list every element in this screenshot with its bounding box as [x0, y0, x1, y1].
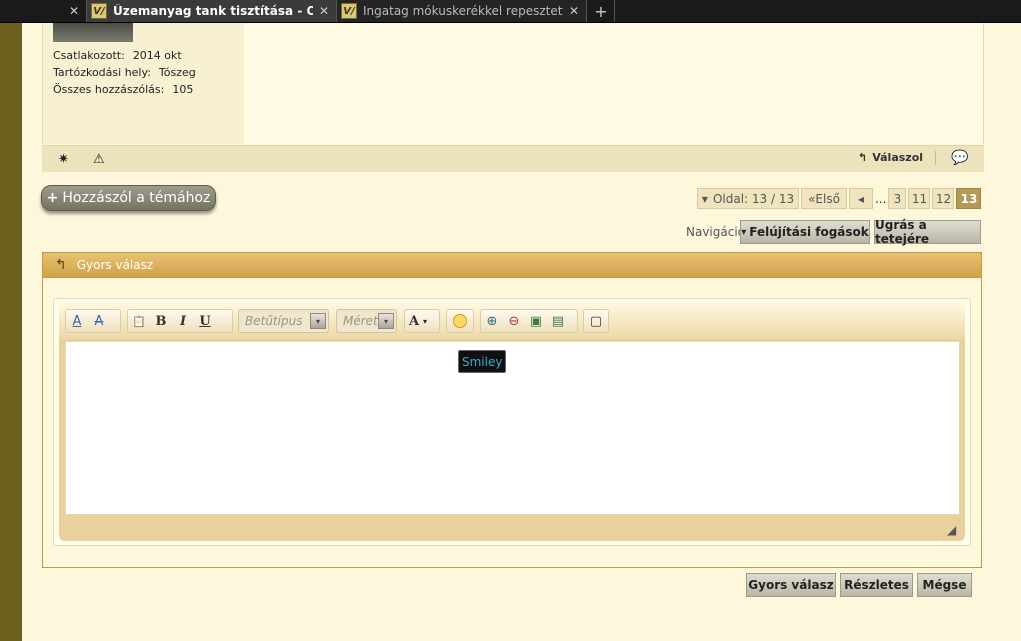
post-footer: [42, 145, 984, 172]
site-favicon-icon: V/: [91, 3, 107, 19]
user-posts: Összes hozzászólás: 105: [53, 83, 193, 96]
quick-reply-submit-button[interactable]: Gyors válasz: [746, 573, 836, 597]
text-color-icon: A: [408, 313, 420, 329]
reply-icon: ↰: [858, 151, 868, 164]
link-icon[interactable]: ⊕: [481, 311, 503, 331]
text-style-group: 📋 B I U: [127, 309, 233, 333]
tab-inactive[interactable]: V/ Ingatag mókuskerékkel repesztettek...…: [337, 0, 587, 22]
location-value: Tószeg: [158, 66, 196, 79]
posts-label: Összes hozzászólás:: [53, 83, 165, 96]
browser-tab-bar: ✕ V/ Üzemanyag tank tisztítása - Oldal .…: [0, 0, 1021, 23]
chevron-down-icon: ▾: [378, 313, 394, 329]
renovation-tricks-label: Felújítási fogások: [749, 225, 869, 239]
font-size-select[interactable]: Méret ▾: [336, 309, 397, 333]
user-joined: Csatlakozott: 2014 okt: [53, 49, 182, 62]
add-post-button[interactable]: + Hozzászól a témához: [41, 185, 216, 211]
warning-icon[interactable]: ⚠: [93, 152, 105, 167]
first-page-icon: «: [808, 191, 816, 206]
page-link-current[interactable]: 13: [956, 188, 982, 209]
pager-ellipsis: ...: [875, 191, 887, 206]
star-icon[interactable]: ✷: [58, 152, 69, 167]
smiley-icon: [453, 314, 467, 328]
quick-reply-header: ↰ Gyors válasz: [42, 252, 982, 278]
reply-link[interactable]: ↰ Válaszol: [858, 151, 923, 164]
jump-to-top-button[interactable]: Ugrás a tetejére: [874, 218, 981, 246]
clear-format-icon[interactable]: A: [88, 311, 110, 331]
renovation-tricks-button[interactable]: ▾ Felújítási fogások: [740, 220, 870, 244]
close-icon[interactable]: ✕: [569, 4, 579, 18]
message-textarea[interactable]: [65, 341, 960, 515]
format-group: A A: [65, 309, 121, 333]
location-label: Tartózkodási hely:: [53, 66, 151, 79]
post-message-body: [244, 23, 984, 144]
chevron-down-icon: ▾: [423, 316, 428, 326]
prev-page-button[interactable]: ◂: [849, 188, 873, 209]
new-tab-button[interactable]: +: [588, 0, 615, 22]
reply-label: Válaszol: [872, 151, 924, 164]
first-page-button[interactable]: « Első: [801, 188, 847, 209]
joined-label: Csatlakozott:: [53, 49, 125, 62]
tab-active[interactable]: V/ Üzemanyag tank tisztítása - Oldal ...…: [86, 0, 337, 22]
plus-icon: +: [46, 190, 59, 206]
cancel-button[interactable]: Mégse: [917, 573, 972, 597]
page-link[interactable]: 3: [888, 188, 907, 209]
text-color-button[interactable]: A ▾: [404, 309, 440, 333]
navigation-label: Navigáció: [686, 225, 746, 239]
image-icon[interactable]: ▣: [525, 311, 547, 331]
page-jump-dropdown[interactable]: ▾ Oldal: 13 / 13: [697, 188, 799, 209]
unlink-icon[interactable]: ⊖: [503, 311, 525, 331]
chevron-down-icon: ▾: [310, 313, 326, 329]
footer-divider: [935, 151, 936, 165]
insert-group: ⊕ ⊖ ▣ ▤: [480, 309, 578, 333]
font-family-select[interactable]: Betűtípus ▾: [238, 309, 329, 333]
page-link[interactable]: 11: [908, 188, 931, 209]
add-post-label: Hozzászól a témához: [62, 190, 211, 206]
arrow-left-icon: ◂: [857, 191, 865, 206]
tab-title: Ingatag mókuskerékkel repesztettek...: [363, 4, 563, 18]
tab-previous[interactable]: ✕: [0, 0, 86, 22]
joined-value: 2014 okt: [132, 49, 182, 62]
italic-icon[interactable]: I: [172, 311, 194, 331]
reply-icon: ↰: [55, 257, 67, 273]
resize-handle-icon[interactable]: ◢: [947, 523, 959, 537]
advanced-reply-button[interactable]: Részletes: [840, 573, 913, 597]
smiley-button[interactable]: [446, 309, 474, 333]
font-size-placeholder: Méret: [343, 314, 378, 328]
remove-format-icon[interactable]: A: [66, 311, 88, 331]
tab-title: Üzemanyag tank tisztítása - Oldal ...: [113, 4, 313, 18]
dropdown-arrow-icon: ▾: [701, 191, 708, 206]
page-indicator: Oldal: 13 / 13: [712, 191, 795, 206]
user-location: Tartózkodási hely: Tószeg: [53, 66, 196, 79]
quote-button[interactable]: ▢: [583, 309, 609, 333]
site-favicon-icon: V/: [341, 3, 357, 19]
media-icon[interactable]: ▤: [547, 311, 569, 331]
quick-reply-title: Gyors válasz: [76, 258, 154, 272]
posts-value: 105: [172, 83, 194, 96]
paste-icon[interactable]: 📋: [128, 311, 150, 331]
font-family-placeholder: Betűtípus: [245, 314, 303, 328]
avatar[interactable]: [53, 23, 133, 42]
pagination: ▾ Oldal: 13 / 13 « Első ◂ ... 3 11 12 13: [697, 188, 982, 209]
bold-icon[interactable]: B: [150, 311, 172, 331]
page-link[interactable]: 12: [932, 188, 955, 209]
multi-quote-icon[interactable]: 💬: [951, 150, 968, 166]
quote-icon: ▢: [589, 313, 603, 329]
underline-icon[interactable]: U: [194, 311, 216, 331]
dropdown-arrow-icon: ▾: [741, 226, 747, 238]
first-page-label: Első: [815, 191, 840, 206]
close-icon[interactable]: ✕: [319, 4, 329, 18]
smiley-tooltip: Smiley: [458, 350, 507, 373]
close-icon[interactable]: ✕: [69, 4, 79, 18]
